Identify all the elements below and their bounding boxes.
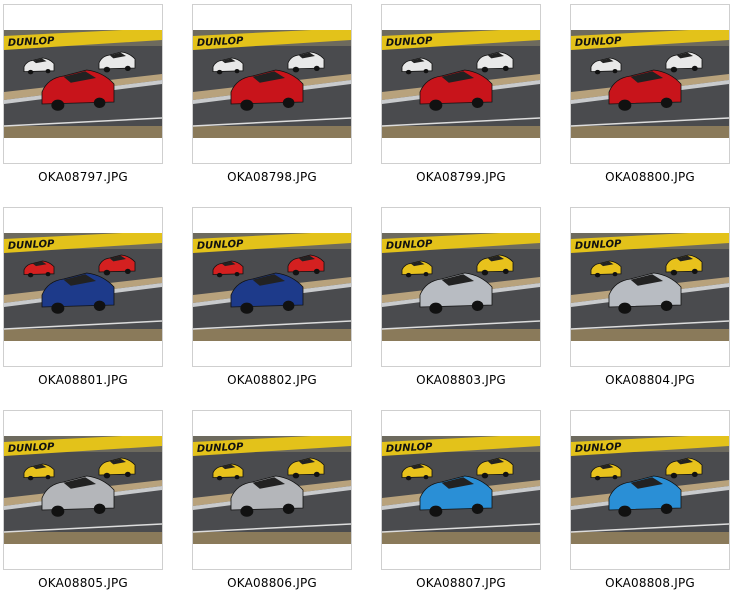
thumbnail-frame[interactable]: DUNLOP: [570, 410, 730, 570]
thumbnail-item[interactable]: DUNLOP OKA08806.JPG: [192, 406, 352, 601]
thumbnail-frame[interactable]: DUNLOP: [570, 207, 730, 367]
thumbnail-frame[interactable]: DUNLOP: [3, 4, 163, 164]
photo-thumbnail[interactable]: DUNLOP: [193, 233, 351, 341]
race-photo-image[interactable]: DUNLOP: [382, 30, 540, 138]
photo-thumbnail[interactable]: DUNLOP: [382, 436, 540, 544]
race-photo-image[interactable]: DUNLOP: [382, 436, 540, 544]
thumbnail-item[interactable]: DUNLOP OKA08802.JPG: [192, 203, 352, 398]
photo-thumbnail[interactable]: DUNLOP: [382, 30, 540, 138]
photo-thumbnail[interactable]: DUNLOP: [193, 436, 351, 544]
photo-thumbnail[interactable]: DUNLOP: [4, 30, 162, 138]
thumbnail-frame[interactable]: DUNLOP: [381, 410, 541, 570]
thumbnail-frame[interactable]: DUNLOP: [3, 207, 163, 367]
photo-thumbnail[interactable]: DUNLOP: [193, 30, 351, 138]
thumbnail-item[interactable]: DUNLOP OKA08801.JPG: [3, 203, 163, 398]
thumbnail-frame[interactable]: DUNLOP: [381, 4, 541, 164]
thumbnail-item[interactable]: DUNLOP OKA08807.JPG: [381, 406, 541, 601]
race-photo-image[interactable]: DUNLOP: [193, 233, 351, 341]
thumbnail-frame[interactable]: DUNLOP: [3, 410, 163, 570]
photo-thumbnail[interactable]: DUNLOP: [382, 233, 540, 341]
race-photo-image[interactable]: DUNLOP: [571, 436, 729, 544]
race-photo-image[interactable]: DUNLOP: [4, 233, 162, 341]
race-photo-image[interactable]: DUNLOP: [4, 436, 162, 544]
thumbnail-grid: DUNLOP OKA08797.JPG DUNLOP OKA08798.JPG …: [0, 0, 730, 610]
thumbnail-item[interactable]: DUNLOP OKA08798.JPG: [192, 0, 352, 195]
thumbnail-filename[interactable]: OKA08808.JPG: [570, 576, 730, 590]
thumbnail-filename[interactable]: OKA08805.JPG: [3, 576, 163, 590]
photo-thumbnail[interactable]: DUNLOP: [4, 436, 162, 544]
thumbnail-frame[interactable]: DUNLOP: [192, 4, 352, 164]
photo-thumbnail[interactable]: DUNLOP: [571, 233, 729, 341]
thumbnail-item[interactable]: DUNLOP OKA08800.JPG: [570, 0, 730, 195]
thumbnail-filename[interactable]: OKA08807.JPG: [381, 576, 541, 590]
thumbnail-item[interactable]: DUNLOP OKA08805.JPG: [3, 406, 163, 601]
thumbnail-filename[interactable]: OKA08804.JPG: [570, 373, 730, 387]
thumbnail-item[interactable]: DUNLOP OKA08808.JPG: [570, 406, 730, 601]
photo-thumbnail[interactable]: DUNLOP: [4, 233, 162, 341]
thumbnail-filename[interactable]: OKA08806.JPG: [192, 576, 352, 590]
thumbnail-frame[interactable]: DUNLOP: [192, 410, 352, 570]
race-photo-image[interactable]: DUNLOP: [571, 30, 729, 138]
photo-thumbnail[interactable]: DUNLOP: [571, 30, 729, 138]
race-photo-image[interactable]: DUNLOP: [382, 233, 540, 341]
thumbnail-frame[interactable]: DUNLOP: [192, 207, 352, 367]
race-photo-image[interactable]: DUNLOP: [4, 30, 162, 138]
race-photo-image[interactable]: DUNLOP: [193, 30, 351, 138]
thumbnail-filename[interactable]: OKA08799.JPG: [381, 170, 541, 184]
thumbnail-filename[interactable]: OKA08801.JPG: [3, 373, 163, 387]
race-photo-image[interactable]: DUNLOP: [571, 233, 729, 341]
thumbnail-frame[interactable]: DUNLOP: [570, 4, 730, 164]
thumbnail-item[interactable]: DUNLOP OKA08803.JPG: [381, 203, 541, 398]
race-photo-image[interactable]: DUNLOP: [193, 436, 351, 544]
thumbnail-filename[interactable]: OKA08798.JPG: [192, 170, 352, 184]
thumbnail-item[interactable]: DUNLOP OKA08804.JPG: [570, 203, 730, 398]
thumbnail-filename[interactable]: OKA08797.JPG: [3, 170, 163, 184]
thumbnail-frame[interactable]: DUNLOP: [381, 207, 541, 367]
thumbnail-filename[interactable]: OKA08802.JPG: [192, 373, 352, 387]
thumbnail-filename[interactable]: OKA08803.JPG: [381, 373, 541, 387]
photo-thumbnail[interactable]: DUNLOP: [571, 436, 729, 544]
thumbnail-item[interactable]: DUNLOP OKA08797.JPG: [3, 0, 163, 195]
thumbnail-filename[interactable]: OKA08800.JPG: [570, 170, 730, 184]
thumbnail-item[interactable]: DUNLOP OKA08799.JPG: [381, 0, 541, 195]
